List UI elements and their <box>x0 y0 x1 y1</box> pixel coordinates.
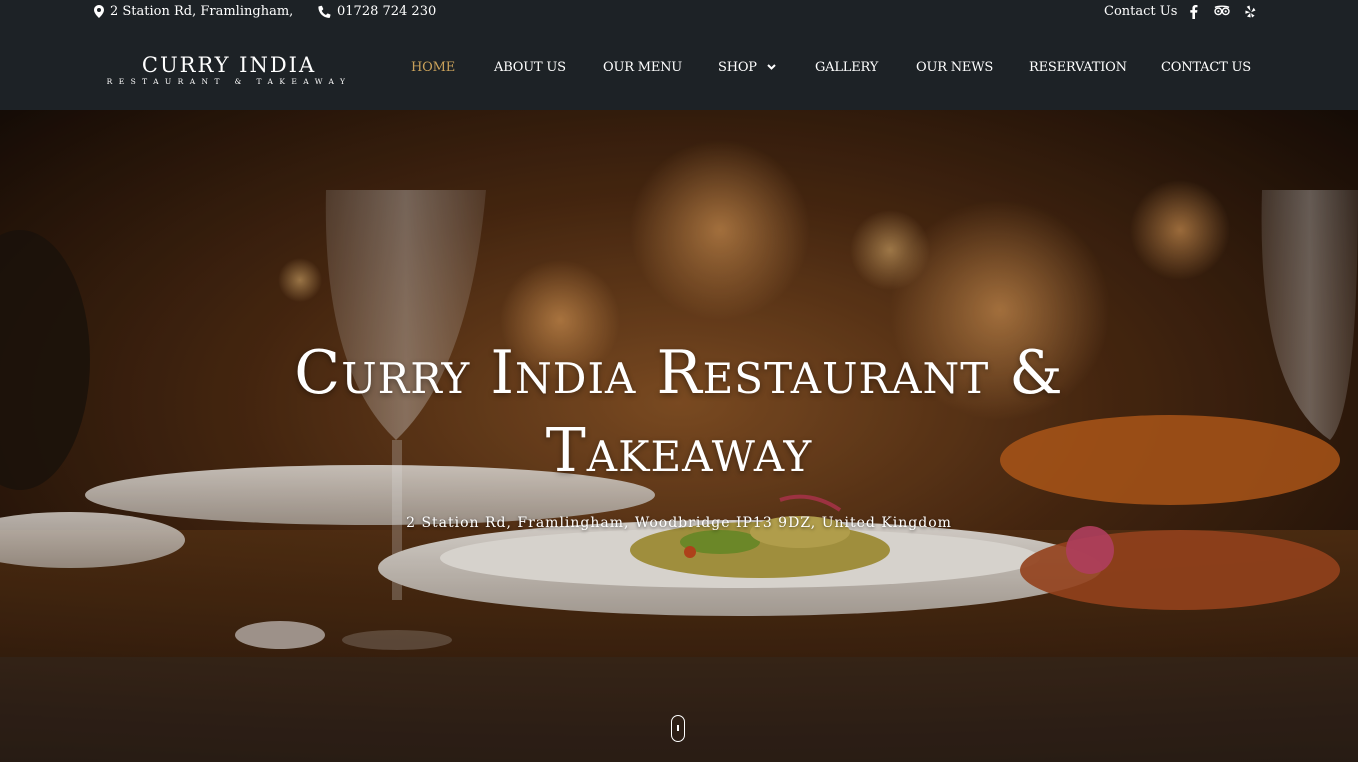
contact-us-link-label[interactable]: Contact Us <box>1104 4 1177 19</box>
phone-text[interactable]: 01728 724 230 <box>337 4 436 19</box>
nav-item-contact-us[interactable]: CONTACT US <box>1161 60 1251 75</box>
nav-item-reservation[interactable]: RESERVATION <box>1029 60 1127 75</box>
nav-item-gallery[interactable]: GALLERY <box>815 60 878 75</box>
address-text: 2 Station Rd, Framlingham, <box>110 4 294 19</box>
site-logo[interactable]: CURRY INDIA RESTAURANT & TAKEAWAY <box>96 54 362 87</box>
scroll-down-indicator[interactable] <box>671 715 685 742</box>
map-marker-icon <box>94 5 104 18</box>
nav-item-our-news[interactable]: OUR NEWS <box>916 60 993 75</box>
yelp-icon[interactable] <box>1245 5 1256 18</box>
phone-info[interactable]: 01728 724 230 <box>318 4 436 19</box>
main-navbar: CURRY INDIA RESTAURANT & TAKEAWAY HOME A… <box>0 26 1358 110</box>
hero-title-line-2: Takeaway <box>545 416 813 486</box>
contact-us-link[interactable]: Contact Us <box>1104 4 1177 19</box>
logo-subtitle[interactable]: RESTAURANT & TAKEAWAY <box>96 77 362 87</box>
tripadvisor-link[interactable] <box>1214 5 1230 16</box>
nav-item-our-menu[interactable]: OUR MENU <box>603 60 682 75</box>
hero-section: Curry India Restaurant & Takeaway 2 Stat… <box>0 110 1358 762</box>
nav-item-about-us[interactable]: ABOUT US <box>494 60 566 75</box>
tripadvisor-icon[interactable] <box>1214 5 1230 16</box>
phone-icon <box>318 5 331 18</box>
logo-title[interactable]: CURRY INDIA <box>96 54 362 76</box>
nav-item-shop[interactable]: SHOP <box>718 60 776 75</box>
address-info: 2 Station Rd, Framlingham, <box>94 4 293 19</box>
scroll-dot <box>677 725 679 731</box>
hero-title-line-1: Curry India Restaurant & <box>294 338 1064 408</box>
top-info-bar: 2 Station Rd, Framlingham, 01728 724 230… <box>0 0 1358 26</box>
hero-address: 2 Station Rd, Framlingham, Woodbridge IP… <box>406 515 952 531</box>
chevron-down-icon[interactable] <box>767 64 776 70</box>
nav-item-home[interactable]: HOME <box>411 60 455 75</box>
facebook-icon[interactable] <box>1189 5 1198 19</box>
nav-item-shop-label[interactable]: SHOP <box>718 60 757 75</box>
hero-title: Curry India Restaurant & Takeaway <box>0 334 1358 490</box>
yelp-link[interactable] <box>1245 5 1256 18</box>
facebook-link[interactable] <box>1189 5 1198 19</box>
